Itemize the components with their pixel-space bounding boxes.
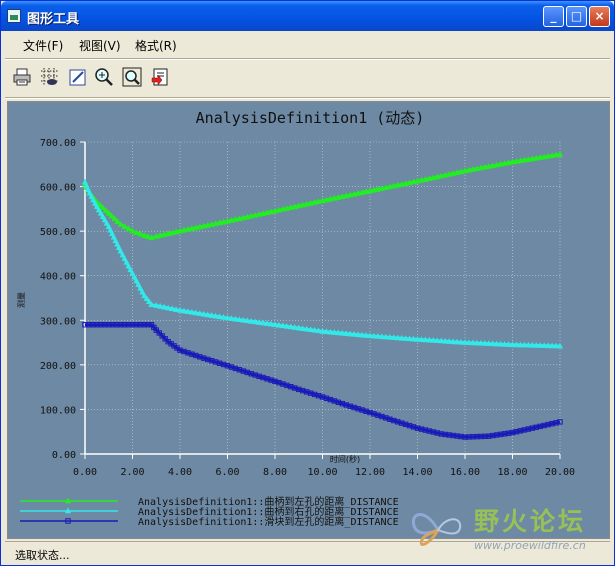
x-tick-label: 2.00 bbox=[120, 467, 144, 478]
zoom-fit-button[interactable] bbox=[121, 66, 143, 88]
x-tick-label: 20.00 bbox=[545, 467, 575, 478]
x-tick-label: 4.00 bbox=[168, 467, 192, 478]
chart-title: AnalysisDefinition1 (动态) bbox=[196, 109, 425, 127]
y-tick-label: 200.00 bbox=[40, 361, 76, 372]
x-tick-label: 14.00 bbox=[402, 467, 432, 478]
x-tick-label: 12.00 bbox=[355, 467, 385, 478]
y-tick-label: 700.00 bbox=[40, 138, 76, 149]
window-title: 图形工具 bbox=[27, 12, 80, 27]
y-tick-label: 300.00 bbox=[40, 316, 76, 327]
minimize-button[interactable]: _ bbox=[543, 6, 564, 27]
y-axis-label: 测量 bbox=[17, 292, 26, 308]
menu-view[interactable]: 视图(V) bbox=[79, 37, 121, 54]
toolbar bbox=[5, 63, 610, 93]
status-text: 选取状态... bbox=[15, 549, 70, 562]
export-button[interactable] bbox=[149, 66, 171, 88]
y-tick-label: 400.00 bbox=[40, 272, 76, 283]
menu-separator bbox=[5, 58, 610, 60]
menu-format[interactable]: 格式(R) bbox=[135, 37, 177, 54]
menu-file[interactable]: 文件(F) bbox=[23, 37, 63, 54]
butterfly-logo-icon bbox=[411, 513, 462, 546]
x-tick-label: 18.00 bbox=[497, 467, 527, 478]
y-tick-label: 500.00 bbox=[40, 227, 76, 238]
x-tick-label: 10.00 bbox=[307, 467, 337, 478]
legend-label: AnalysisDefinition1::滑块到左孔的距离_DISTANCE bbox=[138, 515, 399, 528]
title-bar[interactable]: 图形工具 _ □ × bbox=[1, 1, 614, 31]
x-tick-label: 6.00 bbox=[215, 467, 239, 478]
grid-button[interactable] bbox=[39, 66, 61, 88]
forum-watermark: 野火论坛 www.proewildfire.cn bbox=[406, 498, 610, 560]
series-line bbox=[83, 181, 561, 348]
menu-bar: 文件(F) 视图(V) 格式(R) bbox=[5, 33, 610, 57]
toolbar-separator bbox=[5, 97, 610, 99]
line-chart: AnalysisDefinition1 (动态) 测量 时间(秒) 0.00 2.… bbox=[17, 109, 575, 528]
grid-icon bbox=[41, 68, 59, 86]
print-button[interactable] bbox=[11, 66, 33, 88]
edit-button[interactable] bbox=[67, 66, 89, 88]
zoom-window-icon bbox=[122, 67, 142, 87]
legend-item: AnalysisDefinition1::滑块到左孔的距离_DISTANCE bbox=[20, 515, 399, 528]
export-icon bbox=[151, 68, 168, 86]
zoom-in-button[interactable] bbox=[93, 66, 115, 88]
x-axis-label: 时间(秒) bbox=[330, 454, 360, 464]
edit-icon bbox=[69, 69, 86, 86]
x-tick-label: 16.00 bbox=[450, 467, 480, 478]
x-tick-label: 0.00 bbox=[73, 467, 97, 478]
x-tick-label: 8.00 bbox=[263, 467, 287, 478]
zoom-in-icon bbox=[95, 68, 113, 86]
close-button[interactable]: × bbox=[589, 6, 610, 27]
maximize-button[interactable]: □ bbox=[566, 6, 587, 27]
watermark-url: www.proewildfire.cn bbox=[474, 539, 586, 552]
y-tick-label: 100.00 bbox=[40, 405, 76, 416]
app-icon bbox=[7, 9, 21, 23]
plot-area[interactable]: AnalysisDefinition1 (动态) 测量 时间(秒) 0.00 2.… bbox=[7, 101, 610, 539]
y-tick-label: 0.00 bbox=[52, 450, 76, 461]
printer-icon bbox=[13, 68, 31, 86]
watermark-title: 野火论坛 bbox=[474, 507, 587, 536]
y-tick-label: 600.00 bbox=[40, 183, 76, 194]
graph-tool-window: 图形工具 _ □ × 文件(F) 视图(V) 格式(R) AnalysisDef… bbox=[0, 0, 615, 566]
